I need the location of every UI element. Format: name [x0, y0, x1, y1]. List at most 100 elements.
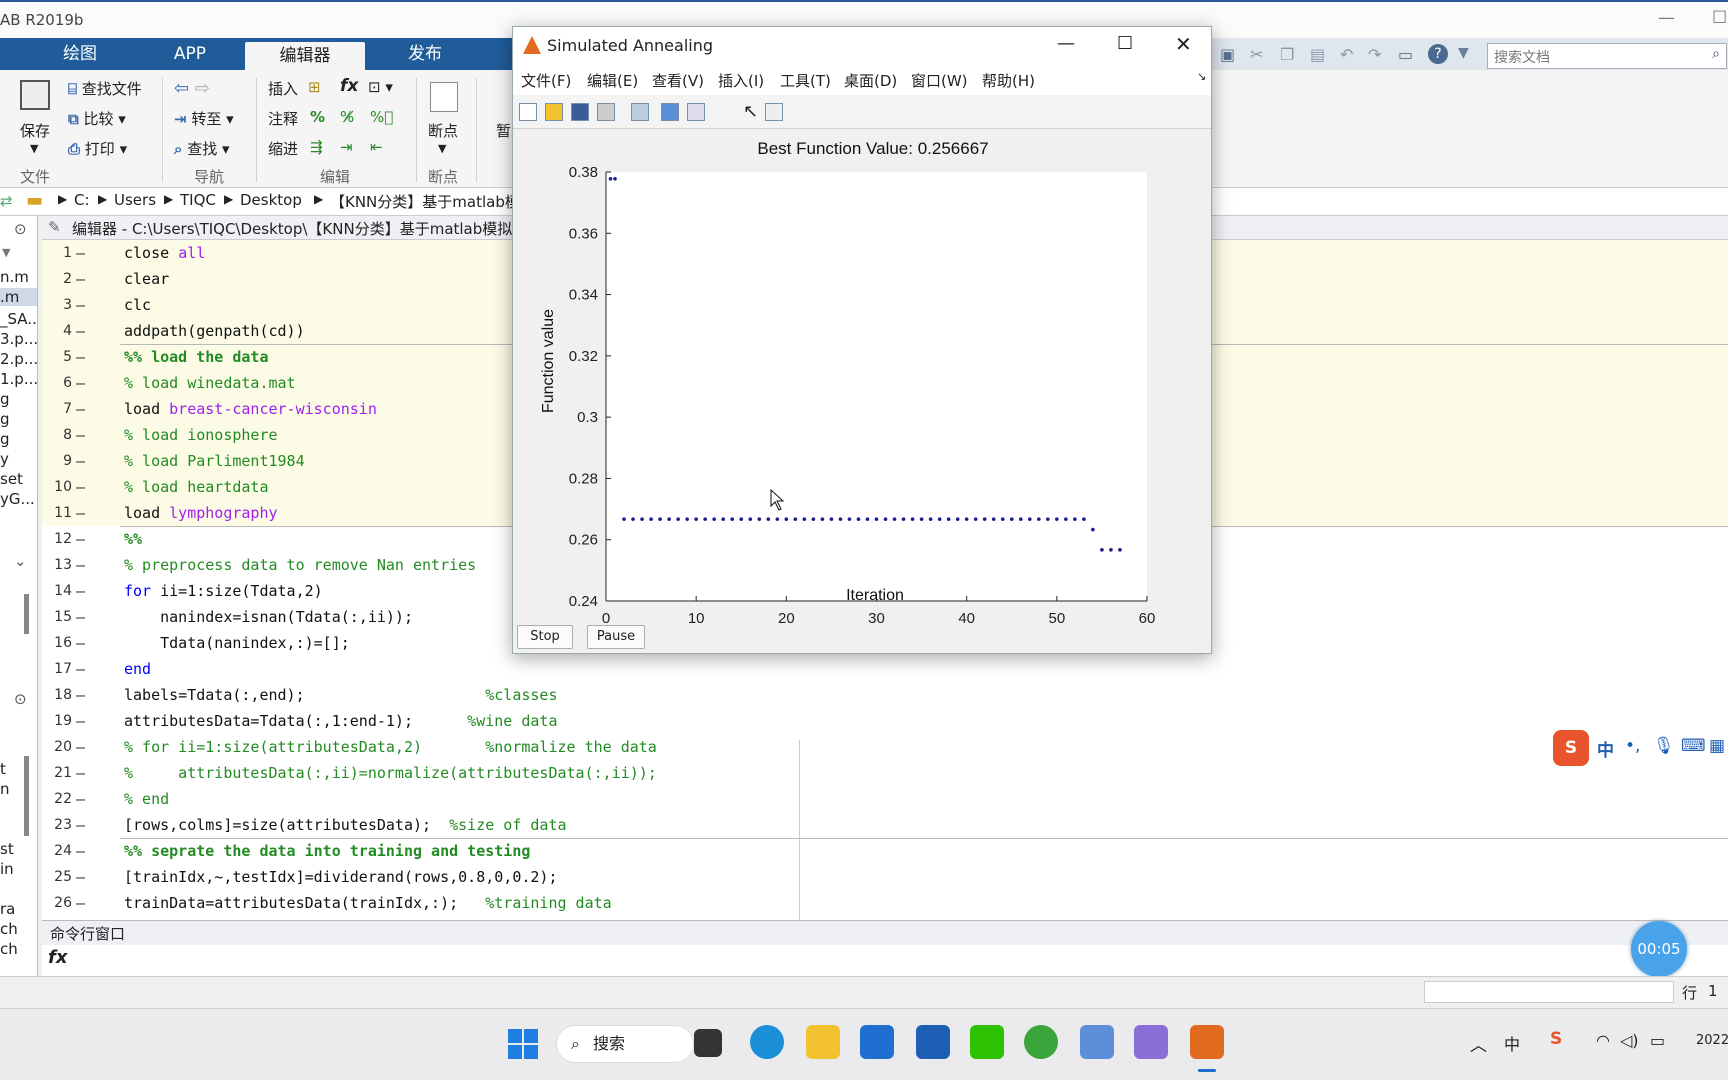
keyboard-icon[interactable]: ⌨ [1681, 736, 1706, 756]
file-item[interactable]: set [0, 470, 23, 488]
file-item[interactable]: y [0, 450, 9, 468]
workspace-item[interactable]: ch [0, 920, 18, 938]
file-item[interactable]: 2.p... [0, 350, 37, 368]
copy-icon[interactable]: ❐ [1280, 45, 1294, 64]
chevron-down-icon[interactable]: ▼ [438, 142, 446, 155]
undo-icon[interactable]: ↶ [1340, 45, 1353, 64]
browser-e-icon[interactable] [1024, 1025, 1058, 1059]
path-segment[interactable]: Desktop [240, 191, 302, 209]
tab-plot[interactable]: 绘图 [40, 38, 120, 70]
panel-menu-icon[interactable]: ⊙ [14, 690, 27, 708]
workspace-item[interactable]: n [0, 780, 10, 798]
file-item[interactable]: 1.p... [0, 370, 37, 388]
minimize-icon[interactable]: — [1057, 33, 1075, 54]
path-segment[interactable]: 【KNN分类】基于matlab模 [330, 191, 520, 212]
code-line[interactable]: 26— trainData=attributesData(trainIdx,:);… [42, 890, 1728, 916]
back-arrow-icon[interactable]: ⇦ ⇨ [174, 78, 210, 99]
chevron-down-icon[interactable]: ▼ [2, 246, 10, 259]
save-icon[interactable]: ▣ [1220, 45, 1235, 64]
insert-section-icon[interactable]: ⊞ [308, 78, 321, 96]
chevron-down-icon[interactable]: ▼ [1458, 45, 1469, 61]
code-line[interactable]: 22— % end [42, 786, 1728, 812]
comment-button[interactable]: 注释 [268, 108, 298, 129]
microphone-icon[interactable]: 🎙 [1653, 736, 1675, 756]
menu-help[interactable]: 帮助(H) [982, 70, 1035, 91]
breakpoint-marker[interactable]: — [76, 266, 85, 292]
taskbar-search[interactable]: ⌕ 搜索 [556, 1025, 694, 1063]
save-button[interactable]: 保存 [20, 120, 50, 141]
photos-icon[interactable] [1134, 1025, 1168, 1059]
ime-indicator-icon[interactable]: 中 [1504, 1031, 1520, 1055]
breakpoint-marker[interactable]: — [76, 734, 85, 760]
breakpoint-marker[interactable]: — [76, 812, 85, 838]
chevron-down-icon[interactable]: ⌄ [14, 552, 27, 570]
code-line[interactable]: 17— end [42, 656, 1728, 682]
search-docs-input[interactable]: 搜索文档 ⌕ [1487, 43, 1727, 69]
maximize-icon[interactable]: ☐ [1117, 33, 1133, 54]
code-line[interactable]: 20— % for ii=1:size(attributesData,2) %no… [42, 734, 1728, 760]
cut-icon[interactable]: ✂ [1250, 45, 1263, 64]
insert-function-icon[interactable]: ⊡ ▾ [368, 78, 393, 96]
open-file-icon[interactable] [545, 103, 563, 121]
ime-mode[interactable]: 中 [1597, 736, 1614, 761]
breakpoints-button[interactable]: 断点 [428, 120, 458, 141]
pause-button[interactable]: 暂 [496, 120, 511, 141]
menu-edit[interactable]: 编辑(E) [587, 70, 638, 91]
breakpoint-marker[interactable]: — [76, 760, 85, 786]
breakpoint-marker[interactable]: — [76, 370, 85, 396]
code-line[interactable]: 24— %% seprate the data into training and… [42, 838, 1728, 864]
breakpoint-marker[interactable]: — [76, 422, 85, 448]
menu-file[interactable]: 文件(F) [521, 70, 571, 91]
workspace-item[interactable]: ch [0, 940, 18, 958]
menu-view[interactable]: 查看(V) [652, 70, 704, 91]
snipping-tool-icon[interactable] [1080, 1025, 1114, 1059]
decrease-indent-icon[interactable]: ⇤ [370, 138, 383, 156]
find-button[interactable]: ⌕ 查找 ▾ [174, 138, 230, 159]
breakpoint-marker[interactable]: — [76, 448, 85, 474]
speaker-icon[interactable]: ◁) [1620, 1031, 1639, 1050]
task-view-icon[interactable] [694, 1029, 722, 1057]
scrollbar[interactable] [24, 594, 29, 634]
menu-tools[interactable]: 工具(T) [780, 70, 831, 91]
legend-icon[interactable] [687, 103, 705, 121]
breakpoint-marker[interactable]: — [76, 708, 85, 734]
path-segment[interactable]: TIQC [180, 191, 216, 209]
breakpoint-marker[interactable]: — [76, 344, 85, 370]
breakpoint-marker[interactable]: — [76, 500, 85, 526]
breakpoint-marker[interactable]: — [76, 838, 85, 864]
switch-windows-icon[interactable]: ▭ [1398, 45, 1413, 64]
help-icon[interactable]: ? [1428, 44, 1448, 64]
indent-button[interactable]: 缩进 [268, 138, 298, 159]
find-files-button[interactable]: ⌸ 查找文件 [68, 78, 142, 99]
sogou-tray-icon[interactable]: S [1550, 1029, 1562, 1049]
breakpoint-marker[interactable]: — [76, 240, 85, 266]
print-figure-icon[interactable] [597, 103, 615, 121]
breakpoint-marker[interactable]: — [76, 864, 85, 890]
maximize-icon[interactable]: ☐ [1712, 8, 1727, 28]
code-line[interactable]: 23— [rows,colms]=size(attributesData); %s… [42, 812, 1728, 838]
minimize-icon[interactable]: — [1658, 8, 1675, 28]
smart-indent-icon[interactable]: ⇶ [310, 138, 323, 156]
chevron-down-icon[interactable]: ▼ [30, 142, 38, 155]
breakpoint-marker[interactable]: — [76, 786, 85, 812]
fx-button[interactable]: fx [340, 76, 358, 96]
breakpoint-marker[interactable]: — [76, 578, 85, 604]
breakpoint-marker[interactable]: — [76, 552, 85, 578]
file-item[interactable]: yG... [0, 490, 35, 508]
colorbar-icon[interactable] [661, 103, 679, 121]
toolbox-icon[interactable]: ▦ [1709, 736, 1725, 756]
dialog-titlebar[interactable]: Simulated Annealing — ☐ ✕ [513, 27, 1211, 65]
breakpoint-marker[interactable]: — [76, 656, 85, 682]
battery-icon[interactable]: ▭ [1650, 1031, 1665, 1050]
code-line[interactable]: 21— % attributesData(:,ii)=normalize(attr… [42, 760, 1728, 786]
path-segment[interactable]: Users [114, 191, 156, 209]
path-segment[interactable]: C: [74, 191, 90, 209]
file-item[interactable]: _SA... [0, 310, 37, 328]
chevron-up-icon[interactable]: ︿ [1470, 1031, 1487, 1056]
code-line[interactable]: 25— [trainIdx,~,testIdx]=dividerand(rows,… [42, 864, 1728, 890]
insert-button[interactable]: 插入 [268, 78, 298, 99]
command-input[interactable] [76, 945, 1656, 973]
recording-timer[interactable]: 00:05 [1631, 921, 1687, 977]
edge-browser-icon[interactable] [750, 1025, 784, 1059]
lenovo-app-icon[interactable] [916, 1025, 950, 1059]
